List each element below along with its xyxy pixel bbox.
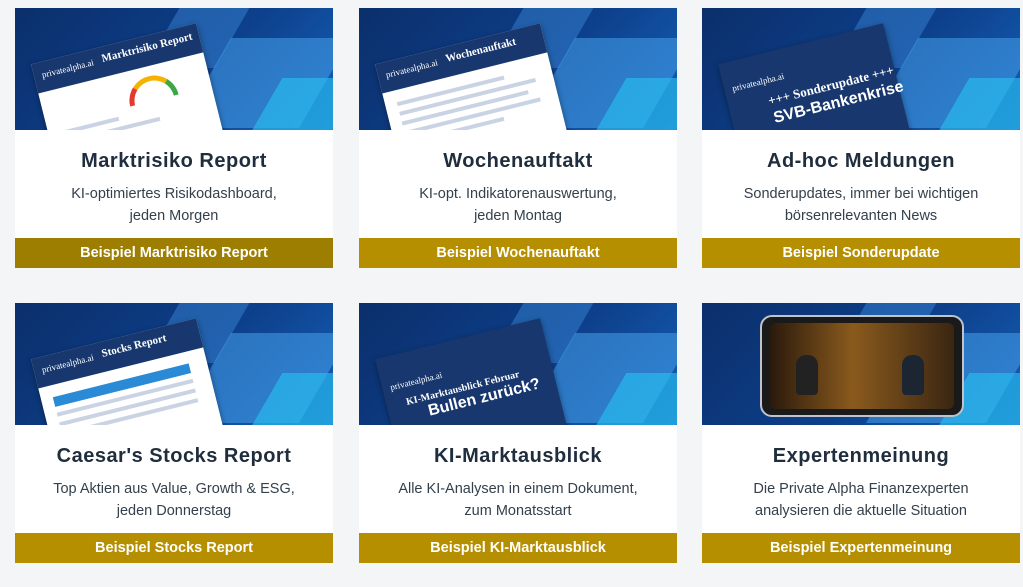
report-preview: privatealpha.ai Stocks Report: [31, 318, 225, 425]
video-screen: [770, 323, 954, 409]
desc-line: Alle KI-Analysen in einem Dokument,: [398, 481, 638, 497]
card-description: KI-optimiertes Risikodashboard, jeden Mo…: [27, 183, 321, 227]
card-description: Die Private Alpha Finanzexperten analysi…: [714, 478, 1008, 522]
card-ki-marktausblick: privatealpha.ai KI-Marktausblick Februar…: [359, 303, 677, 563]
report-preview: privatealpha.ai Wochenauftakt: [375, 23, 569, 130]
desc-line: KI-optimiertes Risikodashboard,: [71, 186, 277, 202]
card-marktrisiko-report: privatealpha.ai Marktrisiko Report Markt…: [15, 8, 333, 268]
desc-line: börsenrelevanten News: [784, 208, 938, 224]
desc-line: jeden Montag: [474, 208, 562, 224]
thumbnail-sonderupdate[interactable]: privatealpha.ai +++ Sonderupdate +++ SVB…: [702, 8, 1020, 130]
card-title: Marktrisiko Report: [81, 150, 267, 172]
thumbnail-marktrisiko-report[interactable]: privatealpha.ai Marktrisiko Report: [15, 8, 333, 130]
card-title: Ad-hoc Meldungen: [767, 150, 955, 172]
person-figure: [796, 355, 818, 395]
card-title: KI-Marktausblick: [433, 445, 603, 467]
beispiel-stocks-report-button[interactable]: Beispiel Stocks Report: [15, 533, 333, 563]
card-description: Alle KI-Analysen in einem Dokument, zum …: [371, 478, 665, 522]
card-description: Top Aktien aus Value, Growth & ESG, jede…: [27, 478, 321, 522]
card-title: Caesar's Stocks Report: [56, 445, 292, 467]
thumbnail-stocks-report[interactable]: privatealpha.ai Stocks Report: [15, 303, 333, 425]
thumbnail-expertenmeinung[interactable]: [702, 303, 1020, 425]
desc-line: zum Monatsstart: [464, 503, 572, 519]
beispiel-marktrisiko-button[interactable]: Beispiel Marktrisiko Report: [15, 238, 333, 268]
card-description: Sonderupdates, immer bei wichtigen börse…: [714, 183, 1008, 227]
card-title: Wochenauftakt: [443, 150, 593, 172]
desc-line: jeden Donnerstag: [116, 503, 232, 519]
card-wochenauftakt: privatealpha.ai Wochenauftakt Wochenauft…: [359, 8, 677, 268]
card-description: KI-opt. Indikatorenauswertung, jeden Mon…: [371, 183, 665, 227]
card-expertenmeinung: Expertenmeinung Die Private Alpha Finanz…: [702, 303, 1020, 563]
thumbnail-wochenauftakt[interactable]: privatealpha.ai Wochenauftakt: [359, 8, 677, 130]
card-stocks-report: privatealpha.ai Stocks Report Caesar's S…: [15, 303, 333, 563]
thumbnail-ki-marktausblick[interactable]: privatealpha.ai KI-Marktausblick Februar…: [359, 303, 677, 425]
person-figure: [902, 355, 924, 395]
desc-line: Die Private Alpha Finanzexperten: [753, 481, 969, 497]
desc-line: analysieren die aktuelle Situation: [755, 503, 967, 519]
product-grid: privatealpha.ai Marktrisiko Report Markt…: [0, 0, 1023, 587]
beispiel-sonderupdate-button[interactable]: Beispiel Sonderupdate: [702, 238, 1020, 268]
beispiel-expertenmeinung-button[interactable]: Beispiel Expertenmeinung: [702, 533, 1020, 563]
desc-line: KI-opt. Indikatorenauswertung,: [419, 186, 617, 202]
text-line: [61, 398, 199, 425]
beispiel-wochenauftakt-button[interactable]: Beispiel Wochenauftakt: [359, 238, 677, 268]
gauge-icon: [124, 70, 179, 107]
card-ad-hoc-meldungen: privatealpha.ai +++ Sonderupdate +++ SVB…: [702, 8, 1020, 268]
beispiel-ki-marktausblick-button[interactable]: Beispiel KI-Marktausblick: [359, 533, 677, 563]
desc-line: Sonderupdates, immer bei wichtigen: [743, 186, 979, 202]
desc-line: jeden Morgen: [129, 208, 219, 224]
desc-line: Top Aktien aus Value, Growth & ESG,: [53, 481, 295, 497]
card-title: Expertenmeinung: [772, 445, 950, 467]
report-preview: privatealpha.ai Marktrisiko Report: [31, 23, 225, 130]
smartphone-video-icon: [760, 315, 964, 417]
